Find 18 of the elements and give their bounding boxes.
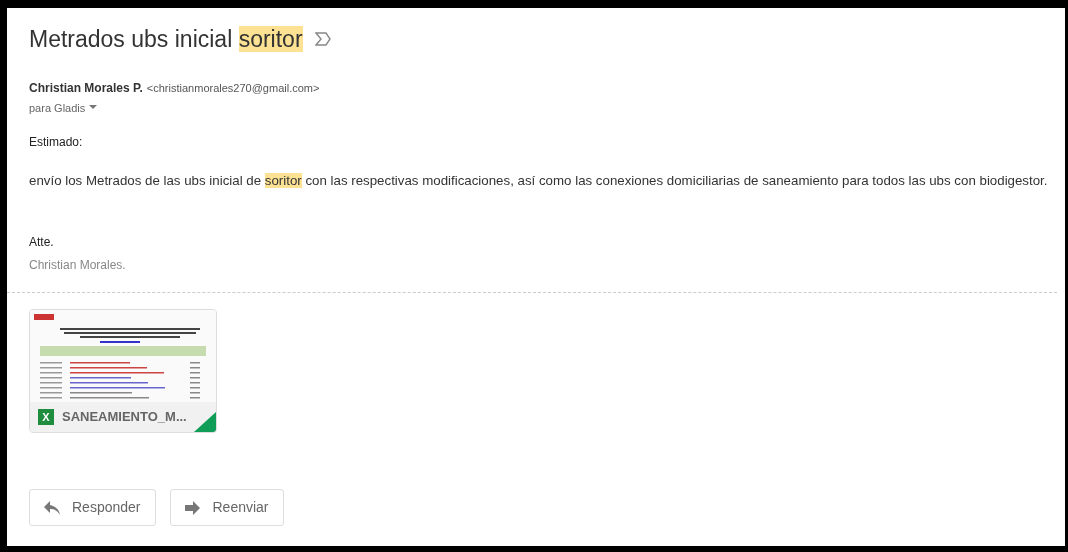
attachment-name: SANEAMIENTO_M... bbox=[62, 408, 187, 427]
email-subject: Metrados ubs inicial soritor bbox=[29, 25, 303, 54]
reply-button[interactable]: Responder bbox=[29, 489, 156, 526]
closing-text: Atte. bbox=[29, 234, 55, 251]
body-paragraph: envío los Metrados de las ubs inicial de soritor con las respectivas modificaciones, así como las conexiones domiciliarias de saneamiento para todos las ubs con biodigestor. bbox=[29, 173, 1049, 189]
important-marker-icon[interactable] bbox=[314, 32, 331, 47]
forward-arrow-icon bbox=[184, 500, 201, 515]
forward-button[interactable]: Reenviar bbox=[169, 489, 284, 526]
signature-text: Christian Morales. bbox=[29, 257, 127, 274]
greeting-text: Estimado: bbox=[29, 134, 84, 151]
reply-icon bbox=[44, 500, 60, 515]
sender-email: <christianmorales270@gmail.com> bbox=[146, 80, 320, 96]
excel-file-icon: X bbox=[38, 409, 54, 425]
dropdown-caret-icon[interactable] bbox=[89, 105, 98, 111]
attachment-card[interactable]: X SANEAMIENTO_M... bbox=[29, 309, 217, 433]
sender-name: Christian Morales P. bbox=[29, 79, 143, 97]
recipients-label: para Gladis bbox=[29, 100, 86, 116]
page-corner-icon bbox=[194, 412, 216, 432]
